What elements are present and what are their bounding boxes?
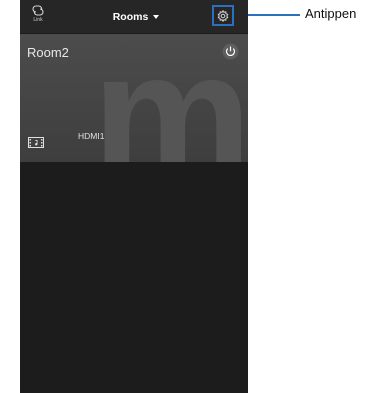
callout-text: Antippen — [305, 6, 357, 21]
power-icon — [222, 43, 239, 60]
room-background-letter: m — [92, 34, 248, 162]
gear-icon — [217, 9, 229, 22]
film-icon — [28, 137, 44, 148]
callout-line — [248, 14, 300, 16]
rooms-title: Rooms — [112, 10, 149, 23]
link-icon — [32, 5, 44, 16]
empty-content-area — [20, 162, 248, 393]
caret-down-icon — [153, 14, 160, 19]
power-button[interactable] — [222, 43, 239, 60]
link-label: Link — [33, 17, 43, 23]
top-bar: Link Rooms — [20, 0, 248, 34]
rooms-dropdown[interactable]: Rooms — [113, 11, 160, 23]
link-button[interactable]: Link — [28, 5, 48, 29]
room-card[interactable]: m Room2 HDMI1 — [20, 34, 248, 162]
input-source-label: HDMI1 — [78, 131, 105, 141]
app-screen: Link Rooms m Room2 HDMI1 — [20, 0, 248, 393]
settings-button[interactable] — [212, 5, 234, 26]
room-name: Room2 — [27, 45, 69, 60]
